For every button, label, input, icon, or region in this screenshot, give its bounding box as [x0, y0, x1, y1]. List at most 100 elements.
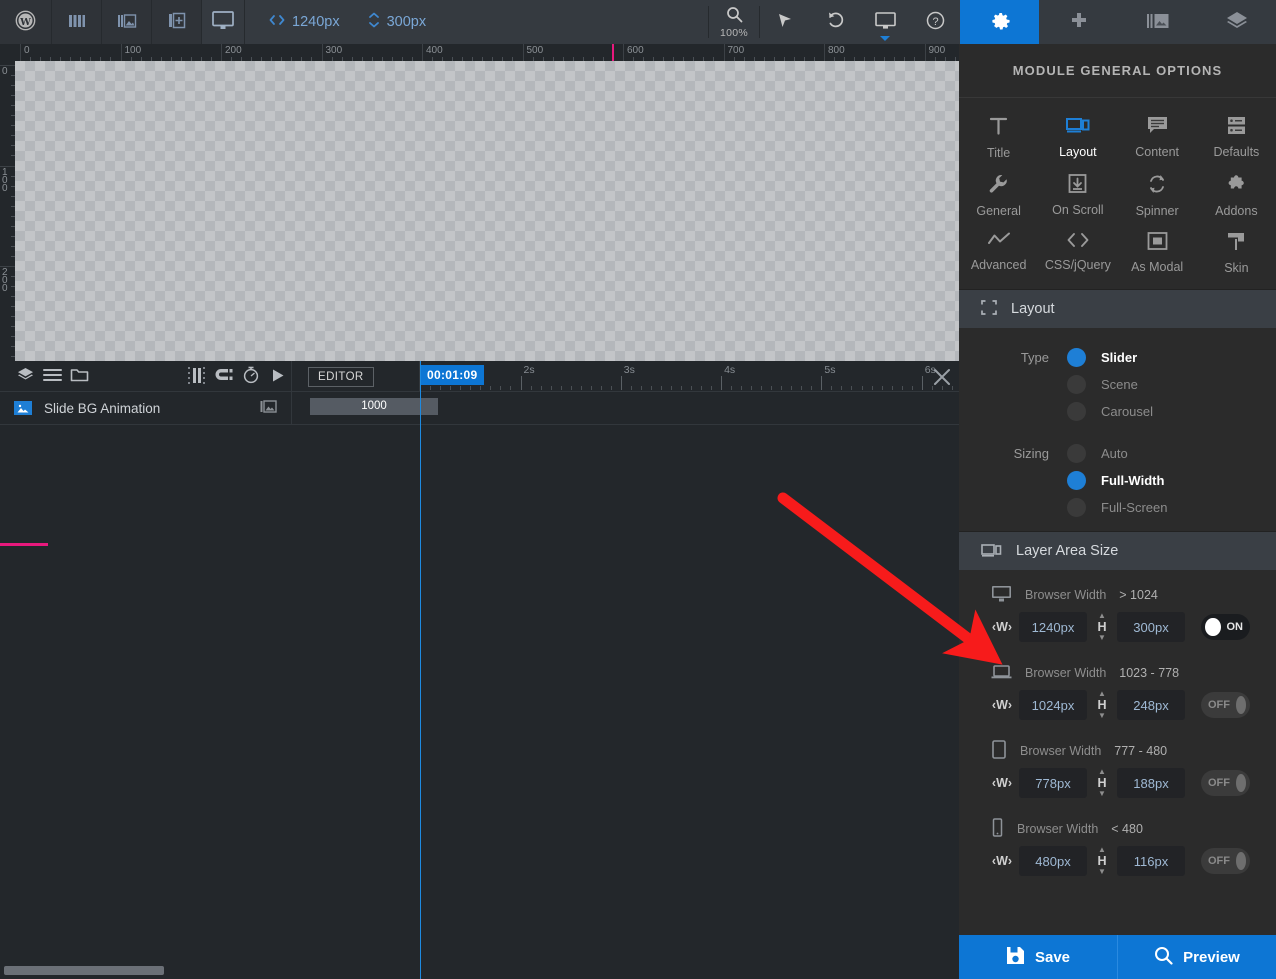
panel-tab-content[interactable]: Content [1118, 108, 1197, 166]
cursor-tool-button[interactable] [760, 0, 810, 44]
tab-layers[interactable] [1197, 0, 1276, 44]
preview-device-button[interactable] [860, 0, 910, 44]
radio-scene[interactable] [1067, 375, 1086, 394]
width-input[interactable]: 480px [1019, 846, 1087, 876]
layer-area-row: Browser Width 1023 - 778 ‹W› 1024px ▲ H … [959, 648, 1276, 726]
sizing-option-row[interactable]: Sizing Auto [959, 440, 1276, 467]
save-disk-icon [1006, 946, 1025, 969]
wordpress-logo-button[interactable]: W [0, 0, 52, 44]
height-input[interactable]: 248px [1117, 690, 1185, 720]
type-option-label: Slider [1101, 350, 1138, 365]
layer-area-row-controls: ‹W› 778px ▲ H ▼ 188px OFF [959, 766, 1276, 800]
save-button[interactable]: Save [959, 935, 1117, 979]
tab-module-settings[interactable] [960, 0, 1039, 44]
row-toggle[interactable]: OFF [1201, 692, 1250, 718]
sizing-option-label: Full-Width [1101, 473, 1165, 488]
timeline-layer-row[interactable]: Slide BG Animation 1000 [0, 391, 959, 425]
chevron-down-icon: ▼ [1098, 789, 1106, 798]
timeline-horizontal-scrollbar[interactable] [4, 966, 164, 975]
timeline-second-label: 3s [623, 364, 635, 376]
editor-mode-chip[interactable]: EDITOR [308, 366, 374, 387]
timeline-tick [450, 386, 452, 390]
radio-full-width[interactable] [1067, 471, 1086, 490]
tab-navigation[interactable] [1039, 0, 1118, 44]
device-selector[interactable] [202, 0, 245, 44]
layer-track[interactable]: 1000 [292, 392, 959, 425]
timeline-tick [751, 386, 753, 390]
layer-clip[interactable]: 1000 [310, 397, 438, 415]
menu-icon [43, 368, 62, 385]
layer-label-cell[interactable]: Slide BG Animation [0, 391, 292, 425]
undo-button[interactable] [810, 0, 860, 44]
puzzle-icon [1226, 174, 1247, 197]
type-option-row[interactable]: Type Slider [959, 344, 1276, 371]
zoom-control[interactable]: 100% [709, 0, 759, 44]
help-circle-icon: ? [926, 11, 945, 33]
layer-area-section-header[interactable]: Layer Area Size [959, 531, 1276, 570]
gear-icon [988, 9, 1011, 35]
radio-carousel[interactable] [1067, 402, 1086, 421]
slide-preview-button[interactable] [102, 0, 152, 44]
vertical-ruler[interactable]: 0 100 200 [0, 61, 15, 361]
panel-tab-skin[interactable]: Skin [1197, 224, 1276, 281]
panel-tab-advanced[interactable]: Advanced [959, 224, 1038, 281]
timeline-playhead-line [420, 361, 421, 979]
width-input[interactable]: 1240px [1019, 612, 1087, 642]
panel-tab-layout[interactable]: Layout [1038, 108, 1117, 166]
timeline-menu-button[interactable] [39, 361, 66, 392]
add-slide-button[interactable] [152, 0, 202, 44]
panel-tab-addons[interactable]: Addons [1197, 166, 1276, 224]
timeline-tick [791, 386, 793, 390]
height-mark: ▲ H ▼ [1097, 689, 1107, 720]
height-input[interactable]: 116px [1117, 846, 1185, 876]
timeline-folder-button[interactable] [66, 361, 93, 392]
slides-view-button[interactable] [52, 0, 102, 44]
play-button[interactable] [264, 361, 291, 392]
panel-tab-spinner[interactable]: Spinner [1118, 166, 1197, 224]
panel-tab-title[interactable]: Title [959, 108, 1038, 166]
horizontal-ruler[interactable]: 0 100 200 300 400 500 600 700 800 900 [0, 44, 959, 61]
help-button[interactable]: ? [910, 0, 960, 44]
width-input[interactable]: 1024px [1019, 690, 1087, 720]
panel-tab-css-jquery[interactable]: CSS/jQuery [1038, 224, 1117, 281]
tab-slides[interactable] [1118, 0, 1197, 44]
timeline-ruler[interactable]: 00:01:09 2s 3s 4s 5s 6s [420, 361, 959, 392]
type-option-row[interactable]: Carousel [959, 398, 1276, 425]
panel-tab-defaults[interactable]: Defaults [1197, 108, 1276, 166]
timeline-tick [841, 386, 843, 390]
timeline-tick [801, 386, 803, 390]
timeline-tick [480, 386, 482, 390]
stopwatch-button[interactable] [237, 361, 264, 392]
panel-tab-as-modal[interactable]: As Modal [1118, 224, 1197, 281]
row-toggle[interactable]: ON [1201, 614, 1250, 640]
panel-tab-general[interactable]: General [959, 166, 1038, 224]
height-input[interactable]: 188px [1117, 768, 1185, 798]
slide-canvas[interactable] [15, 61, 959, 361]
timeline-close-button[interactable] [933, 368, 951, 389]
timeline-layers-button[interactable] [12, 361, 39, 392]
copy-layer-icon[interactable] [260, 399, 277, 417]
grid-snap-button[interactable] [183, 361, 210, 392]
timeline-second-label: 5s [824, 364, 836, 376]
ruler-playhead-marker[interactable] [612, 44, 614, 61]
ruler-tick [20, 44, 21, 61]
browser-width-range: 1023 - 778 [1119, 666, 1180, 680]
radio-full-screen[interactable] [1067, 498, 1086, 517]
preview-button[interactable]: Preview [1117, 935, 1276, 979]
radio-slider[interactable] [1067, 348, 1086, 367]
sizing-option-row[interactable]: Full-Width [959, 467, 1276, 494]
width-input[interactable]: 778px [1019, 768, 1087, 798]
laptop-icon [991, 664, 1012, 683]
height-input[interactable]: 300px [1117, 612, 1185, 642]
panel-tab-on-scroll[interactable]: On Scroll [1038, 166, 1117, 224]
canvas-height-field[interactable]: 300px [354, 12, 441, 32]
sizing-option-row[interactable]: Full-Screen [959, 494, 1276, 521]
type-option-row[interactable]: Scene [959, 371, 1276, 398]
magnet-snap-button[interactable] [210, 361, 237, 392]
layer-area-row-controls: ‹W› 1024px ▲ H ▼ 248px OFF [959, 688, 1276, 722]
row-toggle[interactable]: OFF [1201, 848, 1250, 874]
row-toggle[interactable]: OFF [1201, 770, 1250, 796]
layout-section-header[interactable]: Layout [959, 289, 1276, 328]
canvas-width-field[interactable]: 1240px [255, 14, 354, 30]
radio-auto[interactable] [1067, 444, 1086, 463]
